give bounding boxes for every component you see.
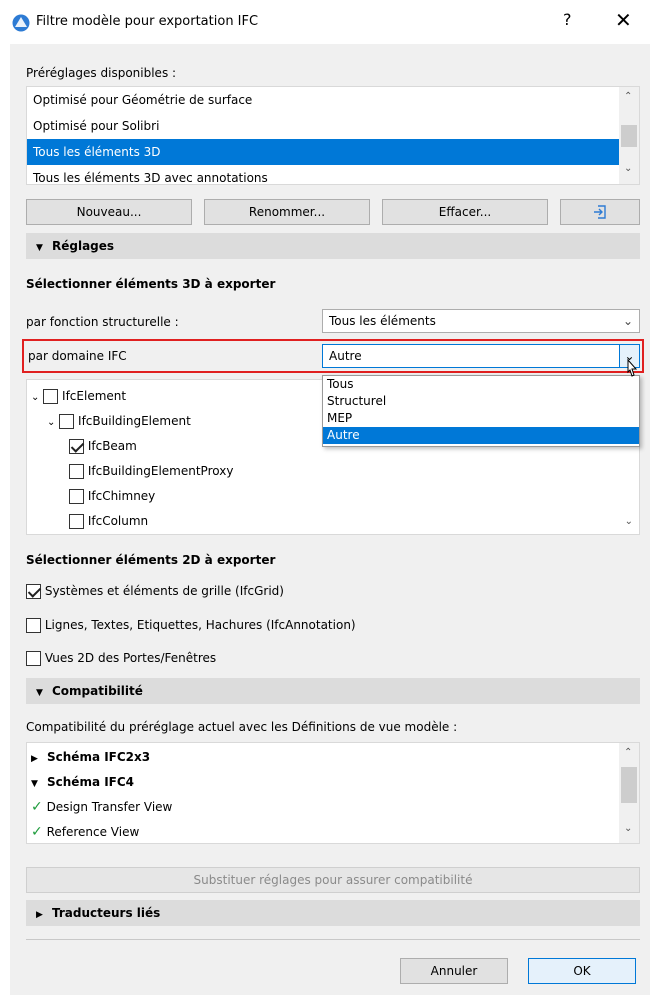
archicad-icon (12, 14, 30, 32)
presets-list[interactable]: Optimisé pour Géométrie de surface Optim… (26, 86, 640, 185)
import-button[interactable] (560, 199, 640, 225)
title-bar: Filtre modèle pour exportation IFC ? ✕ (0, 0, 652, 44)
scroll-up-icon[interactable]: ⌃ (624, 747, 632, 758)
expand-icon[interactable]: ⌄ (47, 417, 55, 428)
domain-label: par domaine IFC (28, 349, 127, 363)
check-icon: ✓ (31, 824, 43, 840)
settings-header-label: Réglages (52, 239, 115, 253)
compat-item[interactable]: ▶ Schéma IFC2x3 (31, 745, 150, 770)
structural-value: Tous les éléments (329, 314, 436, 328)
translators-header-label: Traducteurs liés (52, 906, 161, 920)
rename-button[interactable]: Renommer... (204, 199, 370, 225)
import-icon (594, 205, 606, 219)
checkbox[interactable] (69, 464, 84, 479)
tree-label: IfcBuildingElementProxy (87, 464, 234, 478)
domain-option[interactable]: Tous (323, 376, 639, 393)
compat-label: Design Transfer View (46, 800, 173, 814)
mouse-cursor-icon (627, 358, 638, 377)
tree-row[interactable]: IfcBuildingElementProxy (69, 459, 233, 484)
check-icon: ✓ (31, 799, 43, 815)
settings-header[interactable]: ▼ Réglages (26, 233, 640, 259)
domain-value: Autre (329, 349, 362, 363)
domain-option[interactable]: MEP (323, 410, 639, 427)
expand-icon[interactable]: ▶ (31, 747, 47, 772)
tree-label: IfcColumn (87, 514, 149, 528)
tree-label: IfcBuildingElement (78, 414, 191, 428)
option-2d-label: Lignes, Textes, Etiquettes, Hachures (If… (44, 618, 356, 632)
compat-label: Schéma IFC2x3 (47, 750, 151, 764)
checkbox[interactable] (69, 514, 84, 529)
compat-header-label: Compatibilité (52, 684, 143, 698)
option-2d-row[interactable]: Systèmes et éléments de grille (IfcGrid) (26, 584, 284, 599)
compat-scrollbar[interactable]: ⌃ ⌄ (619, 743, 639, 843)
scroll-thumb[interactable] (621, 767, 637, 803)
option-2d-row[interactable]: Lignes, Textes, Etiquettes, Hachures (If… (26, 618, 356, 633)
divider (26, 939, 640, 940)
close-button[interactable]: ✕ (615, 8, 632, 32)
scroll-up-icon[interactable]: ⌃ (624, 91, 632, 102)
domain-option-selected[interactable]: Autre (323, 427, 639, 444)
scroll-down-icon[interactable]: ⌄ (624, 823, 632, 834)
tree-label: IfcBeam (87, 439, 137, 453)
collapse-icon: ▼ (36, 243, 43, 253)
checkbox[interactable] (43, 389, 59, 404)
checkbox[interactable] (69, 489, 84, 504)
delete-button[interactable]: Effacer... (382, 199, 548, 225)
collapse-icon[interactable]: ▼ (31, 772, 47, 797)
expand-icon[interactable]: ⌄ (31, 392, 39, 403)
compat-item: ✓ Design Transfer View (31, 795, 172, 820)
compat-header[interactable]: ▼ Compatibilité (26, 678, 640, 704)
help-button[interactable]: ? (563, 10, 572, 29)
checkbox-checked[interactable] (69, 439, 84, 454)
preset-item[interactable]: Optimisé pour Solibri (27, 113, 619, 139)
checkbox[interactable] (26, 651, 41, 666)
new-button[interactable]: Nouveau... (26, 199, 192, 225)
compat-item[interactable]: ▼ Schéma IFC4 (31, 770, 134, 795)
compat-item: ✓ Reference View (31, 820, 139, 845)
compat-label: Schéma IFC4 (47, 775, 135, 789)
dialog-body: Préréglages disponibles : Optimisé pour … (10, 44, 650, 995)
option-2d-label: Systèmes et éléments de grille (IfcGrid) (44, 584, 284, 598)
domain-option[interactable]: Structurel (323, 393, 639, 410)
window-title: Filtre modèle pour exportation IFC (36, 14, 259, 29)
cancel-button[interactable]: Annuler (400, 958, 508, 984)
tree-label: IfcChimney (87, 489, 156, 503)
presets-label: Préréglages disponibles : (26, 66, 177, 80)
checkbox[interactable] (59, 414, 75, 429)
tree-row[interactable]: IfcChimney (69, 484, 155, 509)
tree-row[interactable]: IfcBeam (69, 434, 137, 459)
tree-label: IfcElement (62, 389, 127, 403)
structural-label: par fonction structurelle : (26, 315, 179, 329)
ok-button[interactable]: OK (528, 958, 636, 984)
tree-row[interactable]: ⌄ IfcElement (31, 384, 126, 409)
scroll-down-icon[interactable]: ⌄ (625, 516, 633, 527)
tree-row[interactable]: ⌄ IfcBuildingElement (47, 409, 191, 434)
scroll-down-icon[interactable]: ⌄ (624, 163, 632, 174)
checkbox-checked[interactable] (26, 584, 41, 599)
compat-list: ▶ Schéma IFC2x3 ▼ Schéma IFC4 ✓ Design Tra… (26, 742, 640, 844)
collapse-icon: ▼ (36, 688, 43, 698)
scroll-thumb[interactable] (621, 125, 637, 147)
presets-scrollbar[interactable]: ⌃ ⌄ (619, 87, 639, 184)
option-2d-label: Vues 2D des Portes/Fenêtres (44, 651, 217, 665)
select-2d-title: Sélectionner éléments 2D à exporter (26, 553, 276, 567)
compat-description: Compatibilité du préréglage actuel avec … (26, 720, 458, 734)
domain-dropdown-list[interactable]: Tous Structurel MEP Autre (322, 375, 640, 447)
preset-item[interactable]: Optimisé pour Géométrie de surface (27, 87, 619, 113)
checkbox[interactable] (26, 618, 41, 633)
domain-select[interactable]: Autre ⌄ (322, 344, 640, 368)
translators-header[interactable]: ▶ Traducteurs liés (26, 900, 640, 926)
preset-item-selected[interactable]: Tous les éléments 3D (27, 139, 619, 165)
preset-item[interactable]: Tous les éléments 3D avec annotations (27, 165, 619, 184)
substitute-button[interactable]: Substituer réglages pour assurer compati… (26, 867, 640, 893)
tree-row[interactable]: IfcColumn (69, 509, 148, 534)
option-2d-row[interactable]: Vues 2D des Portes/Fenêtres (26, 651, 216, 666)
select-3d-title: Sélectionner éléments 3D à exporter (26, 277, 276, 291)
expand-icon: ▶ (36, 910, 43, 920)
compat-label: Reference View (46, 825, 140, 839)
structural-select[interactable]: Tous les éléments ⌄ (322, 309, 640, 333)
chevron-down-icon: ⌄ (622, 314, 633, 328)
